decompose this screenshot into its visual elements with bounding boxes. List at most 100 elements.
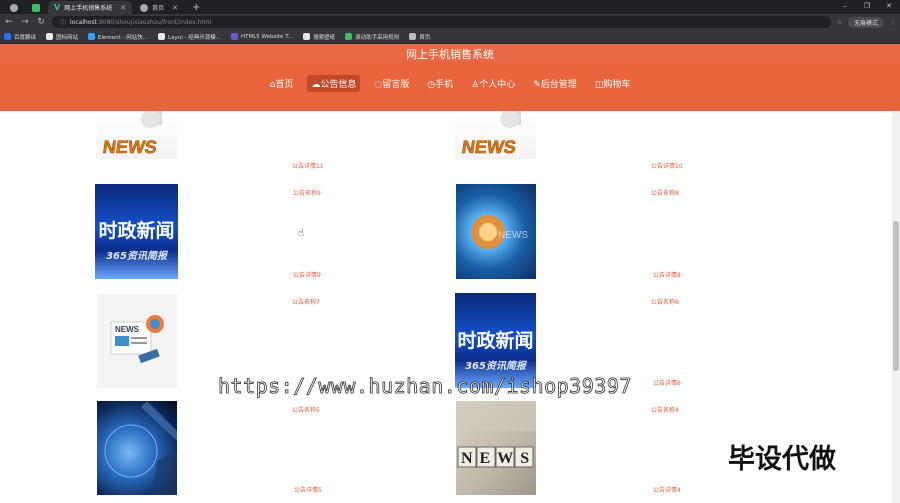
- window-controls: – ❐ ✕: [834, 0, 900, 12]
- news-paper-illustration: NEWS: [110, 315, 164, 364]
- bookmark-icon: [88, 33, 96, 40]
- nav-item-4[interactable]: ♙个人中心: [467, 75, 519, 92]
- site-header: 网上手机销售系统 ⌂首页 ☁公告信息 ◌留言版 ◷手机 ♙个人中心 ✎后台管理 ◫购物车: [0, 44, 900, 111]
- restore-icon[interactable]: ❐: [856, 0, 878, 12]
- svg-text:NEWS: NEWS: [498, 230, 528, 241]
- bookmark-item[interactable]: Element - 网站快...: [88, 33, 148, 41]
- browser-tab-2[interactable]: 首页 ✕: [134, 1, 184, 14]
- forward-icon[interactable]: →: [20, 17, 30, 27]
- bookmark-icon: [303, 33, 311, 40]
- back-icon[interactable]: ←: [4, 17, 14, 27]
- close-window-icon[interactable]: ✕: [878, 0, 900, 12]
- incognito-profile[interactable]: 无痕模式: [847, 16, 884, 28]
- tab-label: 首页: [152, 5, 165, 12]
- mouse-cursor-icon: ☝: [298, 228, 305, 239]
- announcement-image-news-icon[interactable]: NEWS: [97, 294, 177, 388]
- bookmark-item[interactable]: 百度翻译: [4, 33, 36, 41]
- close-tab-icon[interactable]: ✕: [172, 4, 178, 12]
- announcement-image-earth[interactable]: [97, 401, 177, 495]
- minimize-icon[interactable]: –: [834, 0, 856, 12]
- announcement-image-news-3d[interactable]: NEWS: [455, 111, 536, 159]
- browser-tab-active[interactable]: V 网上手机销售系统 ✕: [48, 1, 133, 14]
- new-tab-button[interactable]: +: [186, 1, 206, 14]
- news-3d-illustration: NEWS: [460, 111, 521, 157]
- announcement-name-link[interactable]: 公告名称8: [651, 188, 679, 197]
- announcement-detail-link[interactable]: 公告详情5: [294, 485, 322, 494]
- bookmark-item[interactable]: 搜索壁纸: [303, 33, 335, 41]
- nav-item-1[interactable]: ☁公告信息: [307, 75, 361, 92]
- url-input[interactable]: ⓘ localhost:8080/shoujixiaoshou/front/in…: [52, 16, 831, 28]
- announcement-name-link[interactable]: 公告名称6: [651, 297, 679, 306]
- nav-item-label: 公告信息: [320, 80, 357, 90]
- bookmark-label: 首页: [419, 34, 431, 41]
- site-nav: ⌂首页 ☁公告信息 ◌留言版 ◷手机 ♙个人中心 ✎后台管理 ◫购物车: [0, 62, 900, 92]
- announcement-detail-link[interactable]: 公告详情6: [653, 378, 681, 387]
- bookmark-label: Element - 网站快...: [98, 34, 149, 41]
- browser-tab-bar: V 网上手机销售系统 ✕ 首页 ✕ + – ❐ ✕: [0, 0, 900, 14]
- announcement-image-politics[interactable]: 时政新闻 365资讯简报: [95, 184, 178, 279]
- info-icon: ⓘ: [60, 19, 67, 27]
- svg-text:NEWS: NEWS: [461, 137, 518, 157]
- bookmark-label: 滚动助手采用规则: [355, 34, 400, 41]
- nav-item-6[interactable]: ◫购物车: [591, 75, 635, 92]
- bookmark-item[interactable]: 滚动助手采用规则: [345, 33, 399, 41]
- corner-overlay-text: 毕设代做: [728, 444, 836, 475]
- announcement-detail-link[interactable]: 公告详情4: [653, 485, 681, 494]
- announcement-detail-link[interactable]: 公告详情8: [653, 270, 681, 279]
- announcement-name-link[interactable]: 公告名称9: [293, 188, 321, 197]
- nav-item-0[interactable]: ⌂首页: [266, 75, 298, 92]
- nav-item-3[interactable]: ◷手机: [423, 75, 457, 92]
- globe-icon: [140, 3, 149, 12]
- nav-item-label: 留言版: [382, 80, 410, 90]
- svg-text:NEWS: NEWS: [461, 450, 536, 467]
- scrollbar-thumb[interactable]: [893, 221, 899, 371]
- bookmark-icon: [158, 33, 166, 40]
- bookmark-icon: [409, 33, 417, 40]
- nav-item-label: 后台管理: [540, 80, 577, 90]
- bookmark-item[interactable]: 首页: [409, 33, 430, 41]
- svg-text:NEWS: NEWS: [102, 137, 159, 157]
- announcement-detail-link[interactable]: 公告详情10: [651, 161, 683, 170]
- announcement-name-link[interactable]: 公告名称5: [292, 405, 320, 414]
- bookmarks-bar: 百度翻译 图标网站 Element - 网站快... Layui - 经典开源模...…: [0, 30, 900, 44]
- close-tab-icon[interactable]: ✕: [120, 4, 126, 12]
- announcement-name-link[interactable]: 公告名称4: [651, 405, 679, 414]
- bookmark-label: 百度翻译: [14, 34, 37, 41]
- earth-illustration: [104, 401, 177, 495]
- site-title: 网上手机销售系统: [0, 44, 900, 62]
- watermark-url: https://www.huzhan.com/ishop39397: [218, 374, 632, 399]
- bookmark-icon: [4, 33, 11, 40]
- bookmark-item[interactable]: HTML5 Website T...: [230, 33, 294, 40]
- tab-label: 网上手机销售系统: [64, 5, 113, 12]
- nav-item-label: 手机: [435, 80, 454, 90]
- bookmark-label: HTML5 Website T...: [240, 33, 294, 40]
- nav-item-label: 购物车: [603, 80, 631, 90]
- news-blocks-illustration: NEWS: [456, 401, 536, 468]
- bookmark-label: 搜索壁纸: [313, 34, 336, 41]
- announcement-image-news-3d[interactable]: NEWS: [96, 111, 177, 159]
- app-icon: [32, 3, 40, 12]
- nav-item-5[interactable]: ✎后台管理: [529, 75, 581, 92]
- browser-tab-pinned[interactable]: [4, 1, 24, 14]
- address-bar-row: ← → ↻ ⓘ localhost:8080/shoujixiaoshou/fr…: [0, 14, 900, 30]
- announcement-image-globe[interactable]: NEWS: [456, 184, 536, 279]
- bookmark-label: 图标网站: [56, 34, 79, 41]
- bookmark-star-icon[interactable]: ☆: [837, 19, 842, 26]
- news-3d-illustration: NEWS: [101, 111, 162, 157]
- announcement-detail-link[interactable]: 公告详情11: [292, 161, 324, 170]
- svg-text:NEWS: NEWS: [115, 325, 140, 334]
- page-scrollbar[interactable]: [892, 111, 900, 503]
- nav-item-2[interactable]: ◌留言版: [370, 75, 413, 92]
- bookmark-item[interactable]: Layui - 经典开源模...: [158, 33, 221, 41]
- bookmark-item[interactable]: 图标网站: [46, 33, 78, 41]
- announcement-image-news-blocks[interactable]: NEWS: [456, 401, 536, 495]
- chrome-icon: [10, 3, 18, 12]
- announcement-name-link[interactable]: 公告名称7: [292, 297, 320, 306]
- menu-icon[interactable]: ⋮: [890, 19, 896, 26]
- browser-tab-pinned-2[interactable]: [26, 1, 46, 14]
- news-globe-illustration: NEWS: [471, 215, 528, 249]
- nav-item-label: 个人中心: [479, 80, 516, 90]
- phone-icon: ◷: [427, 80, 436, 90]
- reload-icon[interactable]: ↻: [36, 17, 46, 27]
- announcement-detail-link[interactable]: 公告详情9: [293, 270, 321, 279]
